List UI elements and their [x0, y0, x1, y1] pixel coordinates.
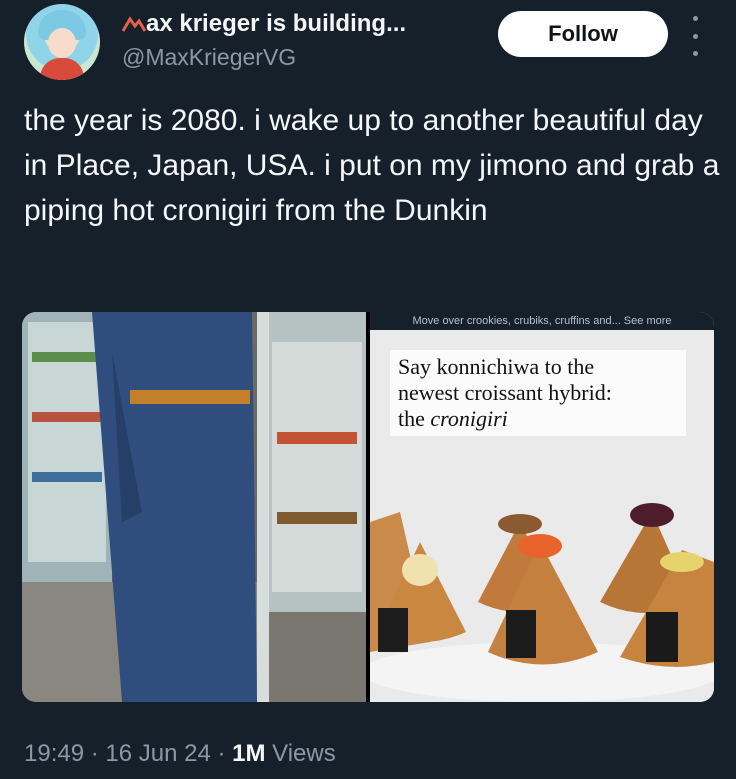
meta-separator: ·	[210, 740, 233, 767]
views-count[interactable]: 1M	[232, 740, 265, 767]
author-name-row[interactable]: ax krieger is building...	[122, 10, 406, 38]
follow-button[interactable]: Follow	[498, 11, 668, 57]
media-image-left[interactable]	[22, 312, 366, 702]
more-dot	[692, 16, 698, 21]
more-dot	[692, 51, 698, 56]
author-name[interactable]: ax krieger is building...	[146, 10, 406, 38]
headline-line-1: Say konnichiwa to the	[398, 354, 595, 379]
media-grid: Move over crookies, crubiks, cruffins an…	[22, 312, 714, 702]
avatar[interactable]	[24, 4, 100, 80]
views-label: Views	[265, 740, 336, 767]
tweet-text: the year is 2080. i wake up to another b…	[24, 104, 720, 227]
meta-separator: ·	[84, 740, 106, 767]
tweet-date[interactable]: 16 Jun 24	[105, 740, 210, 767]
headline-line-3-italic: cronigiri	[430, 406, 508, 431]
tweet-meta: 19:49 · 16 Jun 24 · 1M Views	[24, 740, 336, 768]
more-dot	[692, 33, 698, 39]
author-handle[interactable]: @MaxKriegerVG	[122, 44, 296, 71]
avatar-face	[48, 28, 76, 58]
media-image-right[interactable]: Move over crookies, crubiks, cruffins an…	[370, 312, 714, 702]
avatar-shirt	[40, 58, 84, 80]
more-vertical-icon[interactable]	[690, 16, 700, 56]
article-headline: Say konnichiwa to the newest croissant h…	[390, 350, 686, 436]
mountain-logo-icon	[122, 16, 146, 32]
headline-line-3-prefix: the	[398, 406, 431, 431]
headline-line-2: newest croissant hybrid:	[398, 380, 612, 405]
tweet-time[interactable]: 19:49	[24, 740, 84, 767]
kimono-photo	[22, 312, 366, 702]
